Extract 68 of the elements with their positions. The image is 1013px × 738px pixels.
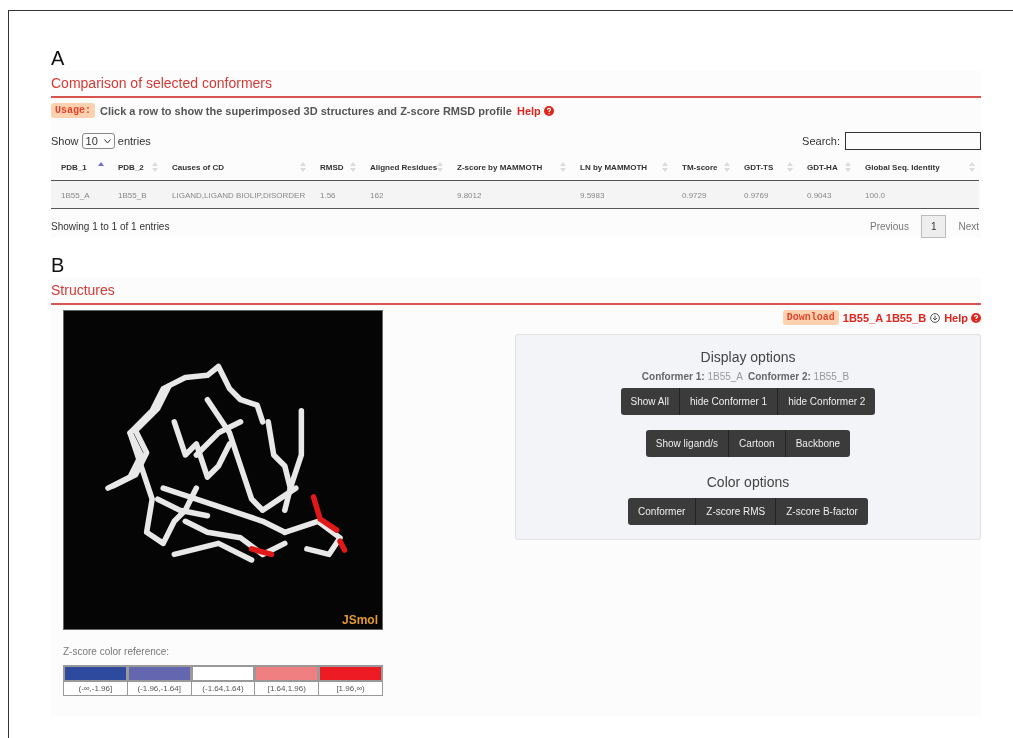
table-cell: 162 — [360, 180, 447, 209]
table-cell: 0.9769 — [734, 180, 797, 209]
table-cell: 9.8012 — [447, 180, 570, 209]
range-label: [1.64,1.96) — [255, 681, 319, 695]
table-cell: 9.5983 — [570, 180, 672, 209]
conformer-value: 1B55_B — [813, 371, 850, 382]
column-header[interactable]: Causes of CD — [172, 162, 224, 172]
table-cell: 1B55_B — [108, 180, 162, 209]
table-cell: 0.9043 — [797, 180, 855, 209]
chevron-icon — [103, 138, 111, 144]
color-reference-label: Z-score color reference: — [63, 646, 171, 657]
column-header[interactable]: TM-score — [682, 162, 718, 172]
range-label: (-1.64,1.64) — [191, 681, 255, 695]
search-label: Search: — [802, 135, 840, 147]
column-header[interactable]: Z-score by MAMMOTH — [457, 162, 543, 172]
range-label: (-1.96,-1.64] — [127, 681, 191, 695]
column-header[interactable]: GDT-TS — [744, 162, 774, 172]
display-button[interactable]: Backbone — [785, 430, 851, 457]
conformer-label: Conformer 2: — [748, 371, 811, 382]
column-header[interactable]: GDT-HA — [807, 162, 838, 172]
options-heading: Color options — [706, 474, 790, 490]
panel-letter: A — [51, 47, 66, 71]
color-button[interactable]: Z-score RMS — [696, 498, 777, 525]
display-button[interactable]: hide Conformer 1 — [679, 388, 779, 415]
column-header[interactable]: Global Seq. Identity — [865, 162, 940, 172]
display-button[interactable]: hide Conformer 2 — [778, 388, 876, 415]
display-button[interactable]: Show All — [620, 388, 680, 415]
column-header[interactable]: PDB_1 — [61, 162, 87, 172]
search-field[interactable] — [845, 132, 981, 150]
panel-letter: B — [51, 254, 66, 278]
column-header[interactable]: LN by MAMMOTH — [580, 162, 648, 172]
table-cell: 1B55_A — [51, 180, 108, 209]
viewer-watermark: JSmol — [342, 613, 378, 627]
column-header[interactable]: Aligned Residues — [370, 162, 438, 172]
molecule-viewer[interactable]: JSmol — [63, 310, 383, 630]
range-label: [1.96,∞) — [319, 681, 382, 695]
help-link[interactable]: Help — [517, 104, 554, 117]
color-button[interactable]: Conformer — [628, 498, 697, 525]
download-icon[interactable] — [930, 312, 941, 323]
help-icon[interactable] — [543, 105, 554, 116]
table-cell: 0.9729 — [672, 180, 734, 209]
entries-label: entries — [117, 135, 151, 147]
download-badge: Download — [782, 310, 839, 325]
help-icon[interactable] — [971, 312, 981, 323]
section-title: Comparison of selected conformers — [51, 71, 981, 98]
column-header[interactable]: PDB_2 — [118, 162, 144, 172]
table-cell: LIGAND,LIGAND BIOLIP,DISORDER — [162, 180, 310, 209]
table-cell: 100.0 — [855, 180, 979, 209]
conformer-label: Conformer 1: — [641, 371, 705, 382]
section-title: Structures — [51, 278, 981, 305]
column-header[interactable]: RMSD — [320, 162, 344, 172]
entries-select[interactable]: 10 — [81, 133, 115, 149]
range-label: (-∞,-1.96] — [64, 681, 127, 695]
usage-text: Click a row to show the superimposed 3D structures and Z-score RMSD profile — [100, 104, 512, 117]
download-link[interactable]: 1B55_A 1B55_B — [842, 311, 927, 324]
show-label: Show — [51, 135, 79, 147]
display-button[interactable]: Cartoon — [729, 430, 786, 457]
usage-badge: Usage: — [51, 103, 95, 118]
page-button[interactable]: 1 — [920, 215, 947, 238]
conformer-value: 1B55_A — [707, 371, 743, 382]
previous-button[interactable]: Previous — [867, 216, 911, 237]
color-button[interactable]: Z-score B-factor — [776, 498, 868, 525]
table-cell: 1.56 — [310, 180, 360, 209]
display-button[interactable]: Show ligand/s — [645, 430, 730, 457]
next-button[interactable]: Next — [956, 216, 981, 237]
table-info: Showing 1 to 1 of 1 entries — [51, 221, 170, 232]
options-heading: Display options — [700, 349, 796, 365]
help-link[interactable]: Help — [944, 311, 981, 324]
